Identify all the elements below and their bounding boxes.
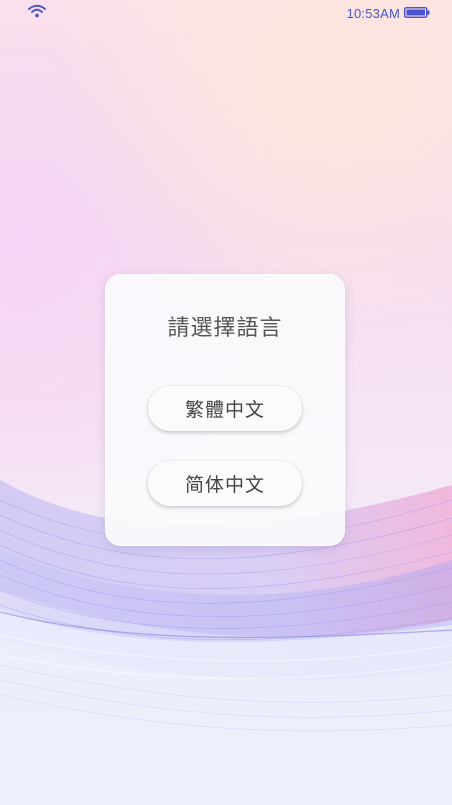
dialog-title: 請選擇語言 (167, 316, 283, 341)
traditional-chinese-button[interactable]: 繁體中文 (148, 386, 302, 431)
simplified-chinese-button[interactable]: 简体中文 (148, 461, 302, 506)
status-bar: 10:53AM (0, 0, 452, 26)
language-dialog: 請選擇語言 繁體中文 简体中文 (105, 274, 345, 546)
battery-icon (404, 7, 430, 18)
wifi-icon (28, 4, 46, 18)
status-time: 10:53AM (346, 6, 400, 21)
